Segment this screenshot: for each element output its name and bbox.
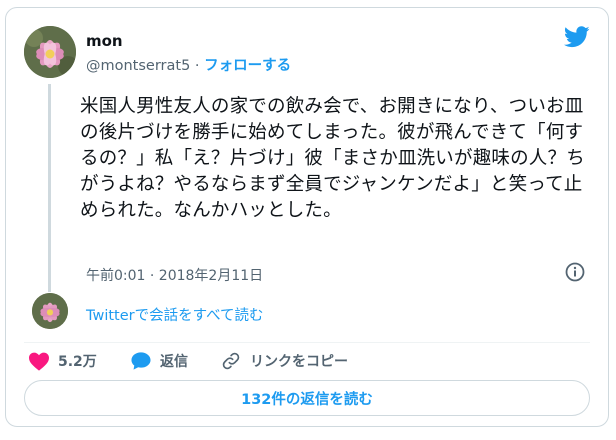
display-name[interactable]: mon	[86, 32, 123, 50]
link-icon	[222, 352, 240, 370]
timestamp[interactable]: 午前0:01 · 2018年2月11日	[86, 265, 263, 285]
heart-icon	[29, 352, 49, 371]
follow-button[interactable]: フォローする	[204, 58, 291, 74]
read-replies-button[interactable]: 132件の返信を読む	[24, 380, 590, 416]
avatar[interactable]	[24, 26, 76, 78]
handle-row: @montserrat5 · フォローする	[86, 54, 291, 75]
like-count: 5.2万	[58, 354, 97, 370]
read-conversation-link[interactable]: Twitterで会話をすべて読む	[86, 304, 264, 325]
lotus-flower-image	[32, 293, 68, 329]
info-icon[interactable]	[564, 261, 586, 283]
divider	[24, 342, 590, 343]
reply-button[interactable]: 返信	[130, 351, 188, 371]
copy-link-button[interactable]: リンクをコピー	[220, 351, 348, 371]
handle[interactable]: @montserrat5	[86, 58, 190, 74]
speech-bubble-icon	[131, 352, 151, 370]
like-button[interactable]: 5.2万	[28, 351, 97, 371]
reply-label: 返信	[160, 354, 188, 370]
thread-line	[48, 84, 51, 292]
copy-link-label: リンクをコピー	[250, 354, 348, 370]
avatar-small[interactable]	[32, 293, 68, 329]
lotus-flower-image	[24, 26, 76, 78]
tweet-text: 米国人男性友人の家での飲み会で、お開きになり、ついお皿の後片づけを勝手に始めてし…	[80, 96, 585, 221]
twitter-bird-icon[interactable]	[563, 26, 590, 48]
tweet-card: mon @montserrat5 · フォローする 米国人男性友人の家での飲み会…	[5, 7, 609, 427]
read-replies-label: 132件の返信を読む	[241, 391, 373, 408]
separator: ·	[194, 58, 200, 74]
